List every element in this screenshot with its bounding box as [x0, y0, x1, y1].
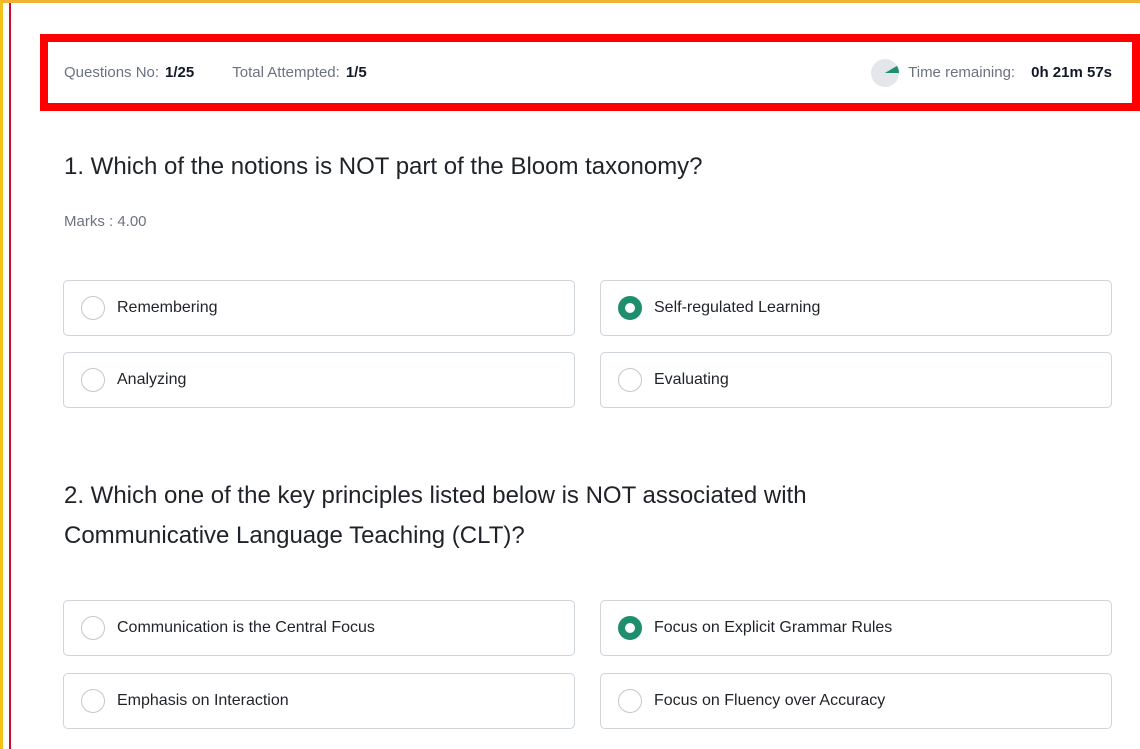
q1-option-self-regulated-learning[interactable]: Self-regulated Learning [600, 280, 1112, 336]
q1-option-remembering[interactable]: Remembering [63, 280, 575, 336]
q2-option-fluency-over-accuracy[interactable]: Focus on Fluency over Accuracy [600, 673, 1112, 729]
total-attempted-value: 1/5 [345, 64, 367, 81]
total-attempted-label: Total Attempted: [232, 64, 340, 81]
radio-unchecked-icon[interactable] [81, 296, 105, 320]
option-label: Emphasis on Interaction [117, 692, 289, 709]
radio-unchecked-icon[interactable] [618, 689, 642, 713]
time-remaining-label: Time remaining: [908, 64, 1016, 81]
total-attempted: Total Attempted: 1/5 [232, 64, 366, 81]
radio-unchecked-icon[interactable] [618, 368, 642, 392]
option-label: Self-regulated Learning [654, 299, 821, 316]
q1-option-evaluating[interactable]: Evaluating [600, 352, 1112, 408]
time-remaining-value: 0h 21m 57s [1031, 64, 1112, 81]
radio-checked-icon[interactable] [618, 296, 642, 320]
radio-unchecked-icon[interactable] [81, 368, 105, 392]
option-label: Focus on Fluency over Accuracy [654, 692, 886, 709]
quiz-status-bar: Questions No: 1/25 Total Attempted: 1/5 Ti… [40, 34, 1140, 111]
radio-unchecked-icon[interactable] [81, 689, 105, 713]
progress-info: Questions No: 1/25 Total Attempted: 1/5 [64, 64, 367, 81]
option-label: Communication is the Central Focus [117, 619, 375, 636]
frame-divider [9, 3, 11, 749]
timer: Time remaining: 0h 21m 57s [870, 58, 1112, 88]
question-2-title-line-1: 2. Which one of the key principles liste… [64, 482, 807, 509]
q2-option-emphasis-on-interaction[interactable]: Emphasis on Interaction [63, 673, 575, 729]
option-label: Analyzing [117, 371, 187, 388]
question-2-title-line-2: Communicative Language Teaching (CLT)? [64, 522, 525, 549]
question-number: Questions No: 1/25 [64, 64, 194, 81]
question-number-label: Questions No: [64, 64, 160, 81]
question-1-marks: Marks : 4.00 [64, 213, 147, 230]
q1-option-analyzing[interactable]: Analyzing [63, 352, 575, 408]
q2-option-communication-central-focus[interactable]: Communication is the Central Focus [63, 600, 575, 656]
option-label: Evaluating [654, 371, 729, 388]
radio-unchecked-icon[interactable] [81, 616, 105, 640]
question-2-title: 2. Which one of the key principles liste… [64, 476, 964, 556]
timer-pie-icon [871, 58, 900, 87]
question-1-title: 1. Which of the notions is NOT part of t… [64, 153, 703, 180]
option-label: Focus on Explicit Grammar Rules [654, 619, 893, 636]
option-label: Remembering [117, 299, 218, 316]
question-number-value: 1/25 [165, 64, 195, 81]
radio-checked-icon[interactable] [618, 616, 642, 640]
q2-option-explicit-grammar-rules[interactable]: Focus on Explicit Grammar Rules [600, 600, 1112, 656]
quiz-status-content: Questions No: 1/25 Total Attempted: 1/5 Ti… [64, 42, 1112, 103]
